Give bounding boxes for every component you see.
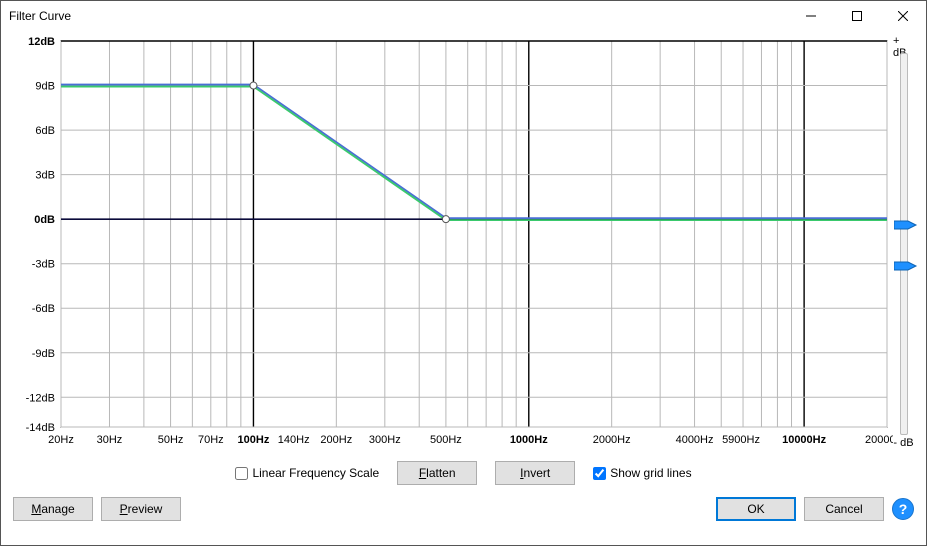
svg-text:300Hz: 300Hz — [369, 434, 401, 446]
maximize-button[interactable] — [834, 1, 880, 31]
invert-button[interactable]: Invert — [495, 461, 575, 485]
svg-text:0dB: 0dB — [34, 214, 55, 226]
minimize-icon — [806, 11, 816, 21]
svg-text:500Hz: 500Hz — [430, 434, 462, 446]
chart-zone: 12dB9dB6dB3dB0dB-3dB-6dB-9dB-12dB-14dB20… — [13, 35, 893, 453]
manage-button[interactable]: Manage — [13, 497, 93, 521]
slider-thumb-min[interactable] — [894, 260, 918, 272]
cancel-button[interactable]: Cancel — [804, 497, 884, 521]
svg-text:9dB: 9dB — [35, 81, 55, 93]
maximize-icon — [852, 11, 862, 21]
content-area: 12dB9dB6dB3dB0dB-3dB-6dB-9dB-12dB-14dB20… — [1, 31, 926, 545]
close-icon — [898, 11, 908, 21]
svg-text:20Hz: 20Hz — [48, 434, 74, 446]
flatten-button[interactable]: Flatten — [397, 461, 477, 485]
svg-text:-3dB: -3dB — [32, 259, 55, 271]
svg-text:140Hz: 140Hz — [278, 434, 310, 446]
controls-row: Linear Frequency Scale Flatten Invert Sh… — [13, 453, 914, 491]
svg-text:1000Hz: 1000Hz — [510, 434, 548, 446]
gain-range-slider[interactable] — [894, 53, 914, 435]
svg-text:6dB: 6dB — [35, 125, 55, 137]
svg-text:10000Hz: 10000Hz — [782, 434, 827, 446]
svg-text:12dB: 12dB — [28, 36, 55, 48]
close-button[interactable] — [880, 1, 926, 31]
buttons-row: Manage Preview OK Cancel ? — [13, 491, 914, 531]
gain-slider-column: + dB - dB — [893, 35, 914, 453]
svg-text:-6dB: -6dB — [32, 303, 55, 315]
slider-thumb-max[interactable] — [894, 219, 918, 231]
svg-text:-12dB: -12dB — [26, 392, 55, 404]
svg-text:2000Hz: 2000Hz — [593, 434, 631, 446]
svg-text:70Hz: 70Hz — [198, 434, 224, 446]
svg-text:-9dB: -9dB — [32, 348, 55, 360]
filter-curve-chart[interactable]: 12dB9dB6dB3dB0dB-3dB-6dB-9dB-12dB-14dB20… — [13, 35, 893, 453]
titlebar[interactable]: Filter Curve — [1, 1, 926, 31]
minimize-button[interactable] — [788, 1, 834, 31]
svg-text:4000Hz: 4000Hz — [676, 434, 714, 446]
slider-top-label: + dB — [893, 35, 914, 51]
preview-button[interactable]: Preview — [101, 497, 181, 521]
slider-bottom-label: - dB — [893, 437, 913, 453]
svg-text:-14dB: -14dB — [26, 422, 55, 434]
svg-text:30Hz: 30Hz — [97, 434, 123, 446]
svg-text:5900Hz: 5900Hz — [722, 434, 760, 446]
ok-button[interactable]: OK — [716, 497, 796, 521]
linear-scale-checkbox[interactable]: Linear Frequency Scale — [235, 466, 379, 480]
window-title: Filter Curve — [9, 9, 71, 23]
svg-text:20000Hz: 20000Hz — [865, 434, 893, 446]
show-grid-checkbox[interactable]: Show grid lines — [593, 466, 691, 480]
filter-curve-window: Filter Curve 12dB 9dB 6dB 3dB 0dB -3dB -6dB -9d… — [0, 0, 927, 546]
svg-text:100Hz: 100Hz — [238, 434, 270, 446]
svg-text:50Hz: 50Hz — [158, 434, 184, 446]
control-point[interactable] — [442, 216, 449, 223]
svg-text:3dB: 3dB — [35, 170, 55, 182]
svg-text:200Hz: 200Hz — [320, 434, 352, 446]
help-button[interactable]: ? — [892, 498, 914, 520]
control-point[interactable] — [250, 82, 257, 89]
